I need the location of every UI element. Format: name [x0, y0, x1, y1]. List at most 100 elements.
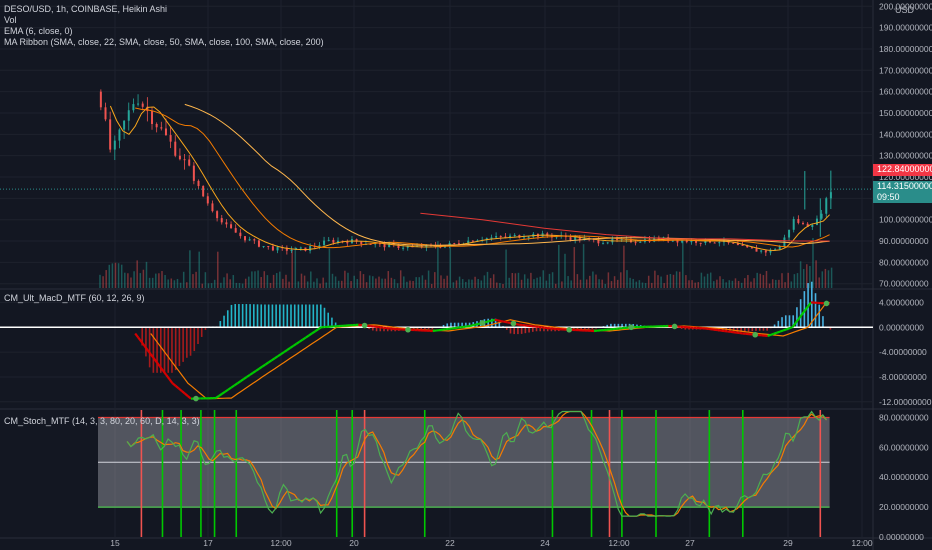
volume-bar [182, 271, 185, 288]
volume-bar [328, 248, 331, 288]
time-axis[interactable]: 15 17 12:00 20 22 24 12:00 27 29 12:00 [110, 538, 873, 548]
volume-bar [167, 279, 169, 288]
stoch-title[interactable]: CM_Stoch_MTF (14, 3, 3, 80, 20, 60, D, 1… [4, 416, 200, 427]
ribbon-legend[interactable]: MA Ribbon (SMA, close, 22, SMA, close, 5… [4, 37, 324, 48]
macd-line-segment [221, 390, 226, 395]
candle-body [220, 218, 223, 223]
candle-body [346, 241, 349, 244]
macd-line-segment [177, 387, 183, 392]
macd-cross-dot [823, 300, 830, 307]
volume-bar [520, 279, 523, 288]
macd-histogram-bar [788, 315, 791, 328]
macd-histogram-bar [200, 327, 203, 337]
volume-bar [734, 278, 737, 288]
volume-bar [176, 278, 179, 288]
price-tick-label: 70.00000000 [879, 279, 929, 289]
volume-bar [610, 281, 613, 288]
volume-bar [781, 273, 783, 288]
volume-bar [117, 263, 120, 288]
candle-body [155, 123, 158, 128]
volume-bar [632, 278, 634, 288]
candle-body [797, 218, 800, 223]
volume-bar [740, 282, 743, 288]
volume-bar [155, 273, 157, 288]
volume-bar [815, 260, 817, 288]
vol-legend[interactable]: Vol [4, 15, 324, 26]
trading-chart[interactable]: 200.00000000190.00000000180.00000000170.… [0, 0, 932, 550]
macd-line-segment [252, 369, 257, 374]
last-price-value: 114.31500000 [877, 181, 932, 191]
macd-histogram-bar [171, 327, 173, 373]
volume-bar [502, 283, 504, 288]
volume-bar [527, 278, 529, 288]
symbol-title[interactable]: DESO/USD, 1h, COINBASE, Heikin Ashi [4, 4, 324, 15]
macd-histogram-bar [174, 327, 177, 371]
macd-histogram-bar [528, 327, 530, 333]
volume-bar [483, 275, 486, 288]
macd-line-segment [506, 321, 511, 324]
volume-bar [496, 282, 498, 288]
volume-bar [542, 270, 545, 288]
volume-bar [313, 281, 315, 288]
volume-bar [235, 282, 238, 288]
candle-body [216, 211, 219, 219]
candle-body [569, 237, 572, 240]
candle-body [141, 103, 144, 107]
candle-body [132, 104, 135, 111]
candle-body [276, 247, 279, 251]
volume-bar [337, 280, 340, 288]
volume-bar [189, 250, 191, 288]
macd-line-segment [488, 319, 492, 323]
volume-bar [331, 273, 334, 288]
price-tick-label: 90.00000000 [879, 236, 929, 246]
macd-histogram-bar [186, 327, 188, 358]
volume-bar [170, 278, 173, 288]
stoch-tick-label: 80.00000000 [879, 412, 929, 422]
macd-cross-dot [510, 320, 517, 327]
price-axis[interactable]: 200.00000000190.00000000180.00000000170.… [879, 1, 932, 542]
volume-bar [589, 275, 591, 288]
macd-line-segment [767, 333, 772, 337]
volume-bar [765, 270, 768, 288]
time-tick-label: 22 [445, 538, 455, 548]
price-pane[interactable] [0, 89, 873, 288]
volume-bar [217, 251, 219, 288]
volume-bar [626, 270, 628, 288]
volume-bar [694, 282, 696, 288]
volume-bar [706, 273, 709, 288]
macd-title[interactable]: CM_Ult_MacD_MTF (60, 12, 26, 9) [4, 293, 145, 304]
volume-bar [579, 279, 582, 288]
ema-legend[interactable]: EMA (6, close, 0) [4, 26, 324, 37]
price-tick-label: 190.00000000 [879, 23, 932, 33]
macd-histogram-bar [517, 327, 519, 335]
volume-bar [310, 271, 312, 288]
macd-cross-dot [193, 395, 199, 402]
macd-histogram-bar [148, 327, 151, 368]
volume-bar [489, 278, 492, 288]
volume-bar [130, 277, 132, 288]
volume-bar [325, 282, 328, 288]
price-tick-label: 130.00000000 [879, 151, 932, 161]
volume-bar [700, 272, 703, 288]
candle-body [676, 240, 679, 243]
volume-bar [195, 271, 197, 288]
volume-bar [468, 279, 470, 288]
volume-bar [148, 277, 151, 288]
volume-bar [161, 271, 163, 288]
volume-bar [213, 279, 216, 288]
volume-bar [341, 280, 343, 288]
candle-body [104, 107, 107, 120]
stoch-tick-label: 0.00000000 [879, 532, 924, 542]
macd-line-segment [239, 378, 245, 383]
macd-line-segment [168, 378, 174, 384]
volume-bar [263, 271, 266, 288]
volume-bar [282, 278, 284, 288]
volume-bar [139, 273, 142, 288]
volume-bar [421, 275, 424, 288]
candle-body [239, 232, 242, 237]
macd-histogram-bar [513, 327, 515, 335]
volume-bar [731, 280, 734, 288]
volume-bar [300, 273, 303, 288]
volume-bar [99, 274, 101, 288]
macd-line-segment [143, 345, 149, 351]
